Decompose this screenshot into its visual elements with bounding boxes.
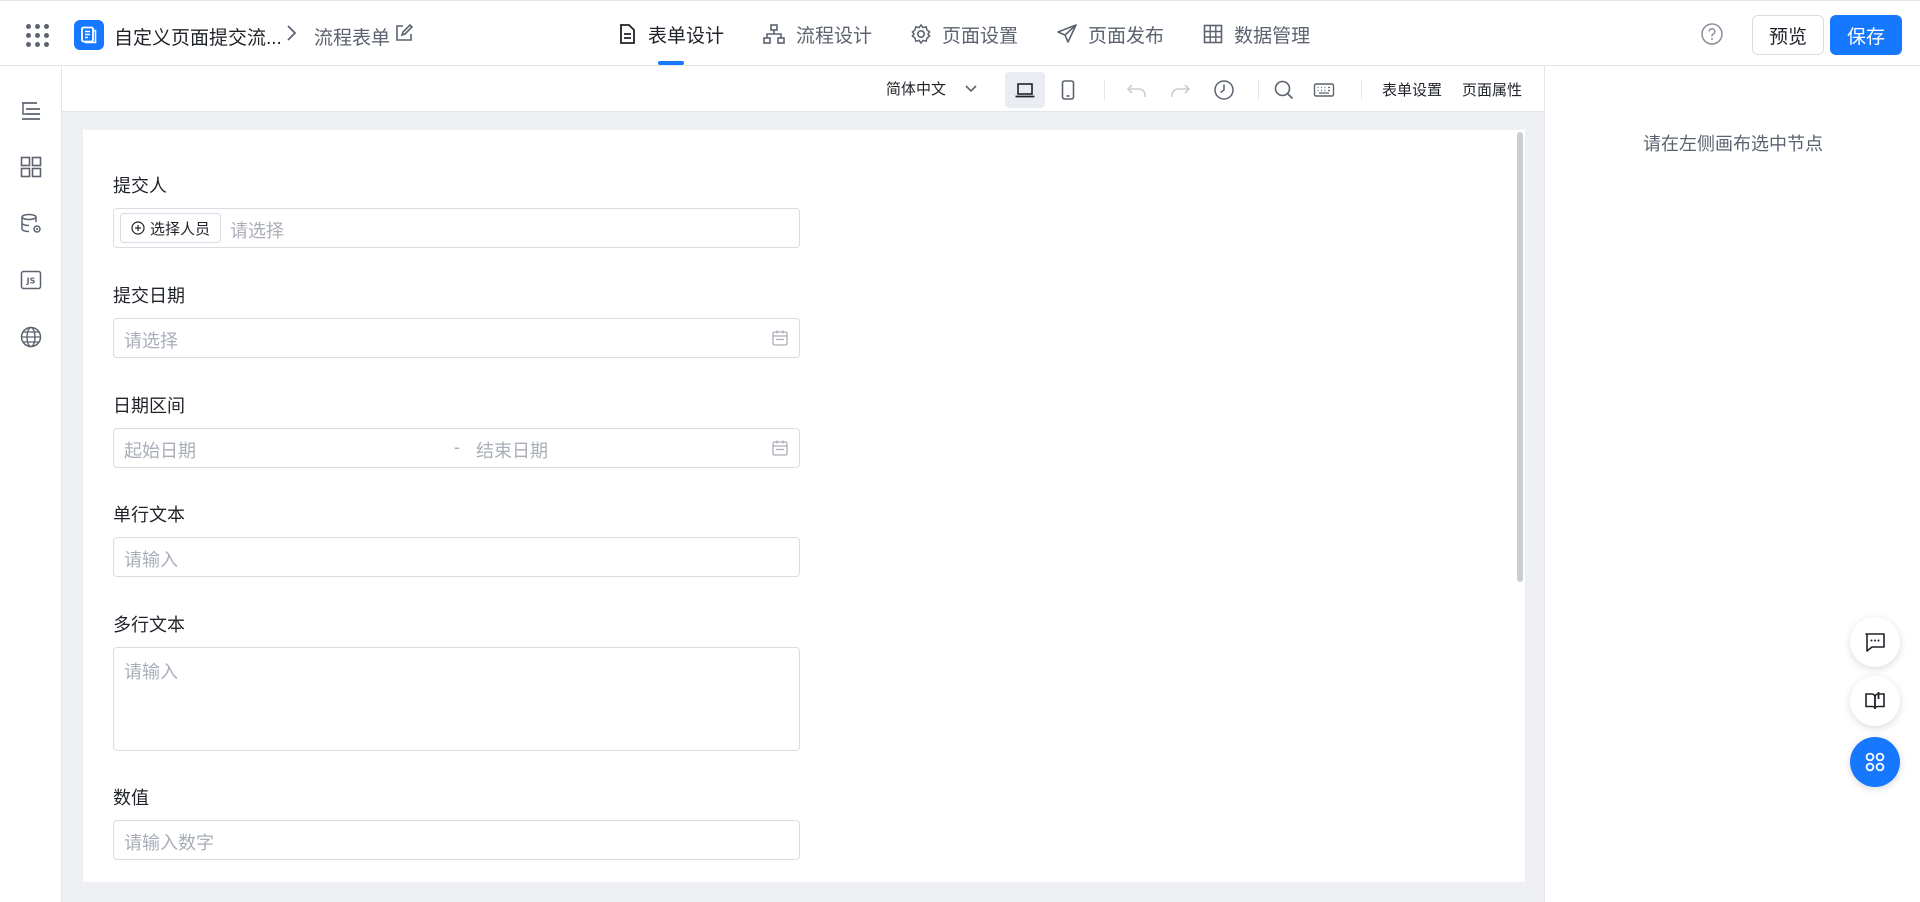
document-icon xyxy=(620,24,635,44)
tab-label: 数据管理 xyxy=(1234,25,1311,47)
clock-icon xyxy=(1214,80,1234,100)
flow-chart-icon xyxy=(763,24,785,44)
submit-date-picker[interactable]: 请选择 xyxy=(113,318,800,358)
undo-button[interactable] xyxy=(1117,72,1157,108)
scrollbar-thumb[interactable] xyxy=(1517,132,1523,582)
toolbar-divider xyxy=(1258,80,1259,100)
main-tabs: 表单设计 流程设计 页面设置 页面发布 数据管理 xyxy=(616,1,1348,67)
single-text-input[interactable]: 请输入 xyxy=(113,537,800,577)
number-input[interactable]: 请输入数字 xyxy=(113,820,800,860)
tab-page-publish[interactable]: 页面发布 xyxy=(1056,1,1164,67)
edit-icon[interactable] xyxy=(394,23,414,43)
field-label-submit-date: 提交日期 xyxy=(113,286,185,306)
send-icon xyxy=(1057,24,1077,43)
tab-label: 流程设计 xyxy=(796,25,873,47)
field-label-single-text: 单行文本 xyxy=(113,505,185,525)
tab-data-management[interactable]: 数据管理 xyxy=(1202,1,1310,67)
keyboard-icon xyxy=(1313,83,1335,97)
design-canvas: 简体中文 表单设置 页面属性 提交人 选择人员 请选择 提交日期 请选择 日期区… xyxy=(62,66,1544,902)
globe-icon[interactable] xyxy=(18,324,44,350)
language-label: 简体中文 xyxy=(886,81,947,98)
preview-button[interactable]: 预览 xyxy=(1752,15,1824,55)
toolbar-divider xyxy=(1104,80,1105,100)
number-placeholder: 请输入数字 xyxy=(124,833,214,853)
mobile-icon xyxy=(1061,80,1075,100)
single-text-placeholder: 请输入 xyxy=(124,550,178,570)
tab-label: 页面发布 xyxy=(1088,25,1165,47)
components-grid-icon[interactable] xyxy=(18,154,44,180)
submitter-placeholder: 请选择 xyxy=(230,221,284,241)
search-button[interactable] xyxy=(1264,72,1304,108)
field-label-date-range: 日期区间 xyxy=(113,396,185,416)
apps-grid-icon xyxy=(1865,752,1885,772)
tab-flow-design[interactable]: 流程设计 xyxy=(762,1,872,67)
page-properties-link[interactable]: 页面属性 xyxy=(1462,79,1522,100)
submitter-field[interactable]: 选择人员 请选择 xyxy=(113,208,800,248)
save-button[interactable]: 保存 xyxy=(1830,15,1902,55)
search-icon xyxy=(1274,80,1294,100)
date-range-separator: - xyxy=(454,437,460,457)
field-label-number: 数值 xyxy=(113,788,149,808)
redo-button[interactable] xyxy=(1160,72,1200,108)
js-code-icon[interactable]: JS xyxy=(18,267,44,293)
laptop-icon xyxy=(1015,83,1035,98)
breadcrumb-page-name[interactable]: 流程表单 xyxy=(314,23,390,50)
multi-text-placeholder: 请输入 xyxy=(124,662,178,682)
form-preview-card: 提交人 选择人员 请选择 提交日期 请选择 日期区间 起始日期 - 结束日期 单… xyxy=(83,130,1525,882)
chevron-down-icon xyxy=(965,84,977,92)
gear-icon xyxy=(911,23,931,45)
field-label-multi-text: 多行文本 xyxy=(113,615,185,635)
top-header: 自定义页面提交流... 流程表单 表单设计 流程设计 页面设置 页面发布 数据管… xyxy=(0,0,1920,66)
chevron-right-icon xyxy=(287,25,297,41)
calendar-icon xyxy=(772,330,788,346)
language-select[interactable]: 简体中文 xyxy=(886,78,978,99)
mobile-view-button[interactable] xyxy=(1048,72,1088,108)
date-range-picker[interactable]: 起始日期 - 结束日期 xyxy=(113,428,800,468)
select-person-label: 选择人员 xyxy=(150,220,211,238)
tab-label: 表单设计 xyxy=(648,25,725,47)
plus-circle-icon xyxy=(131,221,145,235)
book-icon xyxy=(1865,692,1885,710)
app-launcher-icon[interactable] xyxy=(24,21,52,49)
apps-menu-button[interactable] xyxy=(1850,737,1900,787)
tab-form-design[interactable]: 表单设计 xyxy=(616,1,724,67)
shortcuts-button[interactable] xyxy=(1304,72,1344,108)
chat-icon xyxy=(1865,633,1885,652)
multi-text-textarea[interactable]: 请输入 xyxy=(113,647,800,751)
feedback-button[interactable] xyxy=(1850,617,1900,667)
data-source-icon[interactable] xyxy=(18,211,44,237)
app-logo xyxy=(74,20,104,50)
undo-icon xyxy=(1126,84,1146,97)
toolbar-divider xyxy=(1361,80,1362,100)
left-sidebar: JS xyxy=(0,66,62,902)
tab-page-settings[interactable]: 页面设置 xyxy=(910,1,1018,67)
select-person-button[interactable]: 选择人员 xyxy=(120,213,222,243)
end-date-placeholder[interactable]: 结束日期 xyxy=(476,437,548,463)
history-button[interactable] xyxy=(1204,72,1244,108)
app-title[interactable]: 自定义页面提交流... xyxy=(114,23,282,50)
tab-label: 页面设置 xyxy=(942,25,1019,47)
start-date-placeholder[interactable]: 起始日期 xyxy=(124,437,196,463)
form-settings-link[interactable]: 表单设置 xyxy=(1382,79,1442,100)
docs-button[interactable] xyxy=(1850,676,1900,726)
table-icon xyxy=(1203,24,1223,44)
help-icon[interactable] xyxy=(1700,22,1724,46)
svg-text:JS: JS xyxy=(26,277,36,286)
select-node-hint: 请在左侧画布选中节点 xyxy=(1643,134,1823,154)
canvas-toolbar: 简体中文 表单设置 页面属性 xyxy=(62,66,1544,112)
field-label-submitter: 提交人 xyxy=(113,176,167,196)
calendar-icon xyxy=(772,440,788,456)
redo-icon xyxy=(1171,84,1191,97)
submit-date-placeholder: 请选择 xyxy=(124,331,178,351)
desktop-view-button[interactable] xyxy=(1005,72,1045,108)
outline-tree-icon[interactable] xyxy=(18,98,44,124)
